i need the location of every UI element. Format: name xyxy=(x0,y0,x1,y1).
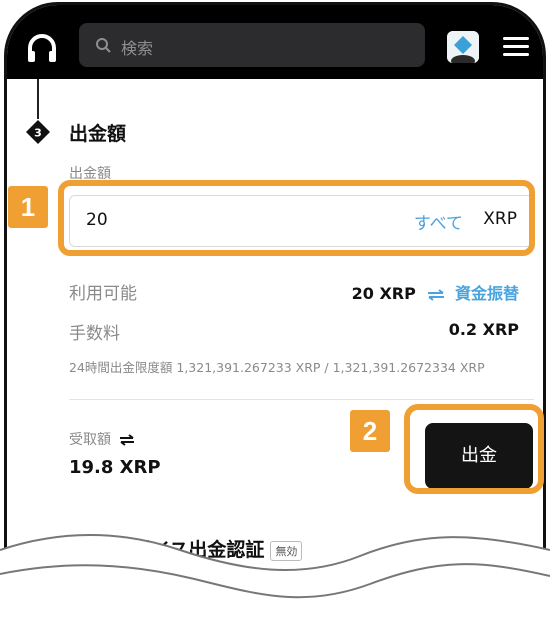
transfer-icon xyxy=(428,288,445,301)
top-bar: 検索 xyxy=(7,5,543,79)
fee-label: 手数料 xyxy=(69,324,120,344)
menu-icon[interactable] xyxy=(503,37,529,57)
available-value: 20 XRP xyxy=(351,284,416,303)
step-number: 3 xyxy=(34,127,42,140)
headset-icon[interactable] xyxy=(25,33,59,67)
receive-value: 19.8 XRP xyxy=(69,457,161,478)
screenshot-frame: 検索 3 出金額 出金額 20 すべて XRP 利用可能 20 XRP 資金振替… xyxy=(0,0,550,628)
daily-limit: 24時間出金限度額 1,321,391.267233 XRP / 1,321,3… xyxy=(69,360,485,375)
step-badge: 3 xyxy=(26,120,50,144)
section-title: 出金額 xyxy=(69,123,127,145)
receive-label-row: 受取額 xyxy=(69,429,135,449)
callout-1-badge: 1 xyxy=(8,186,48,228)
fee-value: 0.2 XRP xyxy=(448,320,519,339)
transfer-link[interactable]: 資金振替 xyxy=(455,284,519,303)
divider xyxy=(69,399,534,400)
swap-icon[interactable] xyxy=(119,434,135,446)
search-icon xyxy=(96,38,111,53)
callout-1-highlight xyxy=(58,180,535,256)
available-label: 利用可能 xyxy=(69,284,137,304)
torn-edge xyxy=(0,534,550,628)
search-input[interactable]: 検索 xyxy=(79,23,425,67)
receive-label: 受取額 xyxy=(69,432,111,448)
search-placeholder: 検索 xyxy=(121,39,154,58)
avatar-icon xyxy=(447,31,479,63)
avatar[interactable] xyxy=(447,31,479,63)
available-row: 20 XRP 資金振替 xyxy=(352,280,519,304)
step-connector xyxy=(37,79,39,119)
callout-2-highlight xyxy=(404,404,544,494)
callout-2-badge: 2 xyxy=(350,410,390,452)
